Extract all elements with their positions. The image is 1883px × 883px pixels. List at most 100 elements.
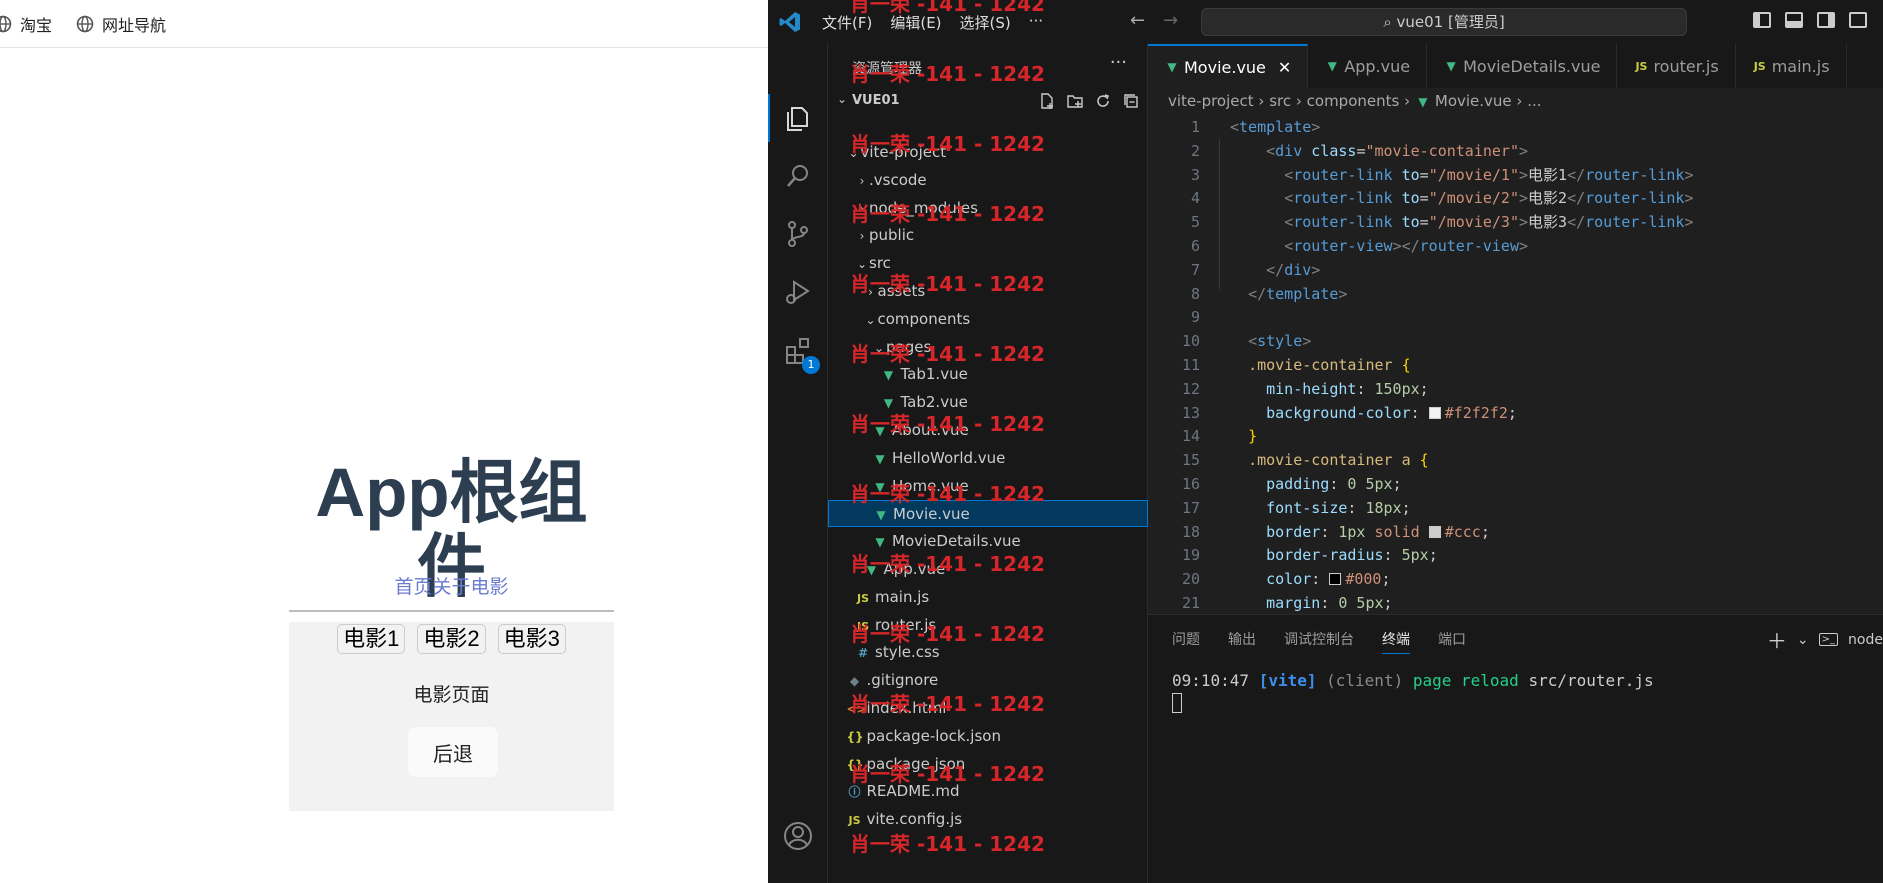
tree-item[interactable]: <>index.html: [828, 695, 1148, 722]
line-number: 12: [1181, 379, 1200, 398]
tree-item[interactable]: ⌄ src: [828, 250, 1148, 277]
collapse-all-icon[interactable]: [1122, 92, 1140, 110]
editor-tab[interactable]: JS router.js: [1617, 44, 1736, 88]
tree-item[interactable]: ▼ Home.vue: [828, 473, 1148, 500]
code-editor[interactable]: 1 <template> 2 <div class="movie-container…: [1148, 115, 1883, 615]
tree-item[interactable]: › public: [828, 222, 1148, 249]
toggle-panel-icon[interactable]: [1785, 12, 1803, 28]
chevron-down-icon[interactable]: ⌄: [1797, 632, 1809, 648]
movie-link-2[interactable]: 电影2: [417, 624, 486, 654]
tree-item[interactable]: JS router.js: [828, 612, 1148, 639]
tree-item[interactable]: ▼ Movie.vue: [828, 500, 1148, 528]
panel-tab[interactable]: 问题: [1172, 629, 1200, 654]
code-token: >: [1519, 237, 1529, 255]
panel-tab[interactable]: 调试控制台: [1284, 629, 1354, 654]
tree-item[interactable]: ◆ .gitignore: [828, 667, 1148, 694]
explorer-icon[interactable]: [782, 102, 814, 134]
code-token: font-size: [1266, 498, 1348, 517]
chevron-right-icon: ›: [868, 285, 873, 299]
bookmark-nav[interactable]: 网址导航: [76, 12, 166, 36]
panel-tab[interactable]: 终端: [1382, 629, 1410, 654]
menu-edit[interactable]: 编辑(E): [890, 12, 941, 33]
menu-more[interactable]: ···: [1029, 12, 1043, 33]
toggle-secondary-sidebar-icon[interactable]: [1817, 12, 1835, 28]
tree-item[interactable]: › assets: [828, 278, 1148, 305]
account-icon[interactable]: [782, 820, 814, 852]
editor-tab[interactable]: ▼ Movie.vue ✕: [1148, 44, 1309, 88]
workspace-folder-header[interactable]: ⌄ VUE01: [828, 88, 1148, 114]
code-token: to: [1401, 165, 1420, 184]
new-folder-icon[interactable]: [1066, 92, 1084, 110]
search-icon[interactable]: [782, 160, 814, 192]
sidebar-more-button[interactable]: ···: [1110, 52, 1127, 73]
bookmark-taobao[interactable]: 淘宝: [0, 12, 52, 36]
tree-item[interactable]: ▼ HelloWorld.vue: [828, 445, 1148, 472]
close-icon[interactable]: ✕: [1278, 58, 1291, 77]
source-control-icon[interactable]: [782, 218, 814, 250]
menu-file[interactable]: 文件(F): [822, 12, 872, 33]
nav-link-movie[interactable]: 电影: [471, 577, 509, 598]
vue-file-icon: ▼: [1327, 59, 1337, 73]
new-terminal-icon[interactable]: ＋: [1767, 625, 1787, 654]
back-button[interactable]: 后退: [408, 727, 498, 777]
tree-item-label: public: [869, 226, 915, 245]
panel-tab[interactable]: 输出: [1228, 629, 1256, 654]
tree-item[interactable]: ▼ Tab2.vue: [828, 389, 1148, 416]
tree-item[interactable]: ⌄ vite-project: [828, 139, 1148, 166]
nav-link-home[interactable]: 首页: [394, 577, 432, 598]
code-token: </: [1567, 213, 1586, 232]
tree-item[interactable]: ▼ Tab1.vue: [828, 361, 1148, 388]
tree-item[interactable]: {} package-lock.json: [828, 723, 1148, 750]
line-number: 4: [1190, 189, 1200, 208]
tree-item-label: assets: [877, 282, 926, 300]
tree-item[interactable]: ⌄ components: [828, 306, 1148, 333]
color-swatch: [1329, 573, 1342, 586]
tree-item-label: vite.config.js: [866, 810, 963, 829]
tree-item[interactable]: JS main.js: [828, 584, 1148, 611]
customize-layout-icon[interactable]: [1849, 12, 1867, 28]
editor-tab[interactable]: ▼ App.vue: [1308, 44, 1428, 88]
menu-selection[interactable]: 选择(S): [960, 12, 1011, 33]
run-debug-icon[interactable]: [782, 276, 814, 308]
tree-item[interactable]: ⌄ pages: [828, 334, 1148, 361]
line-number: 18: [1181, 522, 1200, 541]
line-number: 8: [1190, 284, 1200, 303]
tree-item[interactable]: ▼ About.vue: [828, 417, 1148, 444]
tree-item[interactable]: ▼ App.vue: [828, 556, 1148, 583]
movie-link-1[interactable]: 电影1: [337, 624, 406, 654]
tree-item[interactable]: › node_modules: [828, 195, 1148, 222]
tree-item[interactable]: ⓘ README.md: [828, 778, 1148, 805]
vue-file-icon: ▼: [875, 451, 885, 466]
command-center[interactable]: ⌕ vue01 [管理员]: [1201, 8, 1687, 36]
breadcrumb-segment[interactable]: ...: [1527, 92, 1541, 110]
terminal-profile[interactable]: node: [1848, 632, 1883, 648]
tree-item[interactable]: # style.css: [828, 639, 1148, 666]
breadcrumb-segment[interactable]: src: [1269, 92, 1291, 110]
back-arrow-icon[interactable]: ←: [1130, 10, 1145, 31]
breadcrumb-segment[interactable]: components: [1307, 92, 1400, 110]
tree-item-label: HelloWorld.vue: [892, 448, 1006, 467]
tree-item[interactable]: ▼ MovieDetails.vue: [828, 528, 1148, 555]
forward-arrow-icon[interactable]: →: [1163, 10, 1178, 31]
editor-tab[interactable]: JS main.js: [1735, 44, 1847, 88]
tree-item[interactable]: JS vite.config.js: [828, 806, 1148, 833]
terminal-output[interactable]: 09:10:47 [vite] (client) page reload src…: [1172, 671, 1654, 690]
new-file-icon[interactable]: [1038, 92, 1056, 110]
panel-tab[interactable]: 端口: [1438, 629, 1466, 654]
nav-link-about[interactable]: 关于: [432, 577, 470, 598]
toggle-sidebar-icon[interactable]: [1753, 12, 1771, 28]
panel-tabs: 问题 输出 调试控制台 终端 端口: [1172, 629, 1466, 654]
tree-item[interactable]: {} package.json: [828, 751, 1148, 778]
editor-tab[interactable]: ▼ MovieDetails.vue: [1427, 44, 1618, 88]
bookmark-label: 淘宝: [20, 17, 53, 35]
movie-link-3[interactable]: 电影3: [497, 624, 566, 654]
refresh-icon[interactable]: [1094, 92, 1112, 110]
line-content: padding: 0 5px;: [1230, 472, 1401, 496]
tree-item[interactable]: › .vscode: [828, 167, 1148, 194]
breadcrumb-segment[interactable]: vite-project: [1168, 92, 1254, 110]
breadcrumb-segment[interactable]: Movie.vue: [1435, 92, 1512, 110]
